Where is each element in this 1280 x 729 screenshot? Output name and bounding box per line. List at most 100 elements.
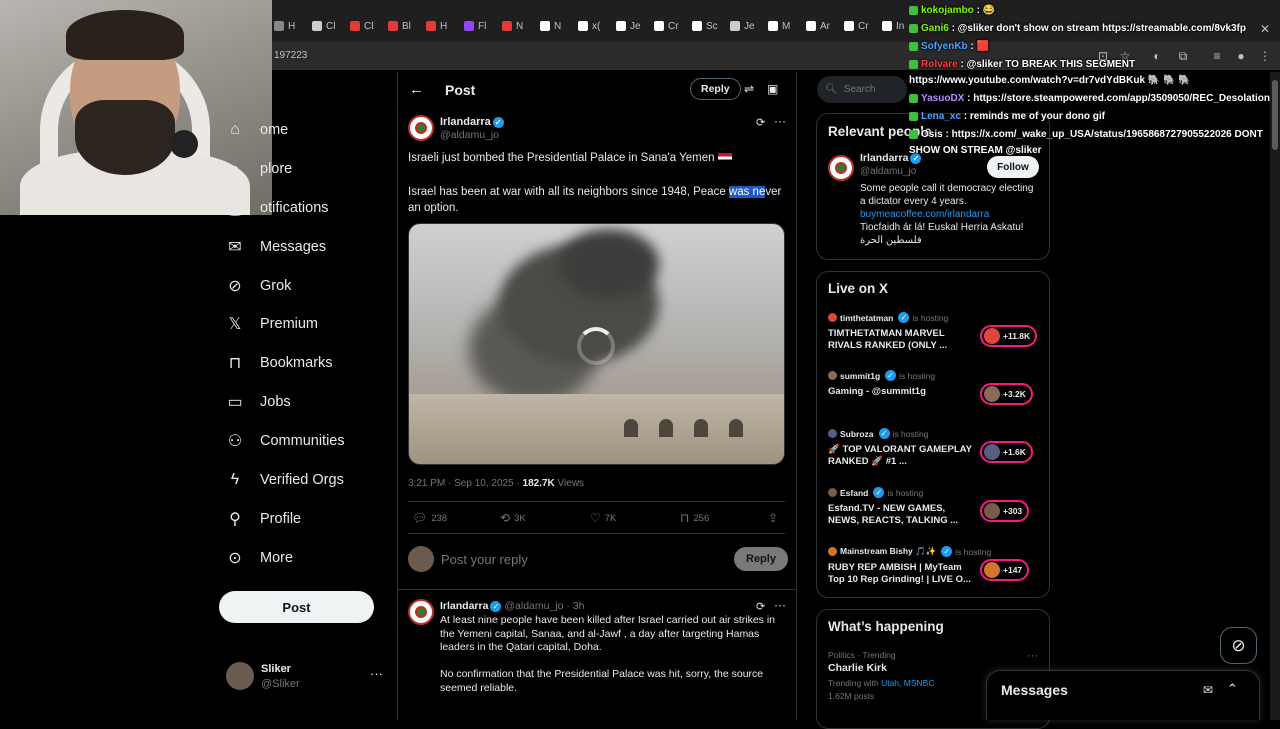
chat-username: YasuoDX bbox=[921, 93, 965, 104]
nav-item-grok[interactable]: ⊘ Grok bbox=[226, 274, 291, 298]
menu-icon[interactable]: ⋮ bbox=[1258, 49, 1272, 63]
bookmark-stat[interactable]: ⊓ 256 bbox=[680, 511, 709, 525]
browser-tab[interactable]: Je bbox=[730, 16, 755, 36]
nav-item-jobs[interactable]: ▭ Jobs bbox=[226, 390, 290, 414]
nav-item-ome[interactable]: ⌂ ome bbox=[226, 118, 288, 142]
browser-tab[interactable]: In bbox=[882, 16, 904, 36]
like-stat[interactable]: ♡ 7K bbox=[590, 511, 616, 525]
host-avatar bbox=[828, 488, 837, 497]
repost-stat[interactable]: ⟲ 3K bbox=[500, 511, 526, 525]
live-item[interactable]: Mainstream Bishy 🎵✨ ✓ is hosting RUBY REP A… bbox=[828, 546, 1043, 592]
avatar[interactable] bbox=[408, 599, 434, 625]
browser-tab[interactable]: Je bbox=[616, 16, 641, 36]
nav-item-more[interactable]: ⊙ More bbox=[226, 546, 293, 570]
more-icon[interactable]: ··· bbox=[370, 666, 383, 681]
tweet-video[interactable] bbox=[408, 223, 785, 465]
video-window bbox=[659, 419, 673, 437]
grok-icon[interactable]: ⟳ bbox=[756, 600, 765, 613]
grok-icon[interactable]: ⟳ bbox=[756, 116, 765, 129]
search-input[interactable] bbox=[843, 84, 904, 95]
follow-button[interactable]: Follow bbox=[987, 156, 1039, 178]
avatar[interactable] bbox=[828, 155, 854, 181]
reply-author[interactable]: Irlandarra ✓ @aldamu_jo · 3h bbox=[440, 600, 585, 612]
listener-avatar bbox=[984, 386, 1000, 402]
tab-label: x( bbox=[592, 20, 601, 32]
reply-header-button[interactable]: Reply bbox=[690, 78, 741, 100]
trend-links[interactable]: Utah, MSNBC bbox=[881, 678, 934, 688]
search-box[interactable]: 🔍︎ bbox=[817, 76, 907, 103]
more-icon[interactable]: ··· bbox=[1027, 650, 1038, 662]
tab-favicon-icon bbox=[730, 21, 740, 31]
scrollbar-thumb[interactable] bbox=[1272, 80, 1278, 150]
browser-tab[interactable]: Bl bbox=[388, 16, 411, 36]
chat-message: https://www.youtube.com/watch?v=dr7vdYdB… bbox=[909, 75, 1191, 86]
compose-message-icon[interactable]: ✉ bbox=[1203, 683, 1213, 697]
more-icon[interactable]: ··· bbox=[774, 598, 786, 612]
browser-tab[interactable]: H bbox=[274, 16, 295, 36]
grok-floating-button[interactable]: ⊘ bbox=[1220, 627, 1257, 664]
reply-input[interactable] bbox=[441, 550, 711, 568]
nav-item-communities[interactable]: ⚇ Communities bbox=[226, 429, 345, 453]
browser-tab[interactable]: Fl bbox=[464, 16, 486, 36]
messages-drawer[interactable]: Messages ✉ ⌃ bbox=[986, 670, 1260, 720]
back-arrow-icon[interactable]: ← bbox=[409, 81, 424, 98]
person-handle[interactable]: @aldamu_jo bbox=[860, 166, 916, 177]
browser-tab[interactable]: H bbox=[426, 16, 447, 36]
listener-badge[interactable]: +3.2K bbox=[980, 383, 1033, 405]
account-switcher[interactable]: Sliker @Sliker ··· bbox=[226, 660, 386, 694]
briefcase-icon: ▭ bbox=[227, 394, 243, 411]
listener-badge[interactable]: +303 bbox=[980, 500, 1030, 522]
card-title: What’s happening bbox=[828, 619, 944, 634]
browser-tab[interactable]: N bbox=[502, 16, 523, 36]
expand-icon[interactable]: ⌃ bbox=[1227, 681, 1238, 697]
puzzle-icon[interactable]: ⧉ bbox=[1176, 49, 1190, 63]
chat-badge-icon bbox=[909, 59, 918, 69]
tweet-author-handle[interactable]: @aldamu_jo bbox=[440, 129, 499, 141]
scrollbar[interactable] bbox=[1270, 72, 1280, 720]
nav-item-plore[interactable]: ⌕ plore bbox=[226, 157, 293, 181]
tweet-timestamp[interactable]: 3:21 PM · Sep 10, 2025 · bbox=[408, 478, 523, 489]
browser-tab[interactable]: M bbox=[768, 16, 790, 36]
post-button[interactable]: Post bbox=[219, 591, 374, 623]
nav-item-premium[interactable]: 𝕏 Premium bbox=[226, 312, 318, 336]
browser-tab[interactable]: Cr bbox=[844, 16, 869, 36]
browser-tab[interactable]: Cl bbox=[350, 16, 373, 36]
reply-stat[interactable]: 💬︎ 238 bbox=[412, 511, 447, 525]
share-stat[interactable]: ⇪ bbox=[768, 511, 778, 525]
nav-item-otifications[interactable]: 🔔︎ otifications bbox=[225, 196, 329, 220]
browser-tab[interactable]: Ar bbox=[806, 16, 830, 36]
live-item[interactable]: summit1g ✓ is hosting Gaming - @summit1g +3.… bbox=[828, 370, 1043, 416]
host-avatar bbox=[828, 371, 837, 380]
url-text[interactable]: 197223 bbox=[274, 50, 307, 61]
bio-link[interactable]: buymeacoffee.com/irlandarra bbox=[860, 208, 1040, 221]
browser-tab[interactable]: Cr bbox=[654, 16, 679, 36]
profile-icon[interactable]: ● bbox=[1234, 49, 1248, 63]
filter-icon[interactable]: ⇌ bbox=[744, 82, 754, 96]
browser-tab[interactable]: Sc bbox=[692, 16, 718, 36]
nav-item-bookmarks[interactable]: ⊓ Bookmarks bbox=[226, 351, 333, 375]
reply-button[interactable]: Reply bbox=[734, 547, 788, 571]
close-icon[interactable]: ✕ bbox=[1258, 22, 1272, 36]
live-item[interactable]: Subroza ✓ is hosting 🚀 TOP VALORANT GAMEPLA… bbox=[828, 428, 1043, 474]
listener-badge[interactable]: +1.6K bbox=[980, 441, 1033, 463]
live-item[interactable]: Esfand ✓ is hosting Esfand.TV - NEW GAMES, … bbox=[828, 487, 1043, 533]
media-icon[interactable]: ≡ bbox=[1210, 49, 1224, 63]
browser-tab[interactable]: Cl bbox=[312, 16, 335, 36]
chat-text: : https://store.steampowered.com/app/350… bbox=[964, 93, 1273, 104]
trend-topic[interactable]: Charlie Kirk bbox=[828, 662, 887, 674]
reader-icon[interactable]: ▣ bbox=[767, 82, 778, 96]
extension-icon[interactable]: ◐ bbox=[1150, 49, 1164, 63]
listener-badge[interactable]: +147 bbox=[980, 559, 1030, 581]
nav-item-profile[interactable]: ⚲ Profile bbox=[226, 507, 301, 531]
more-icon[interactable]: ··· bbox=[774, 114, 786, 128]
browser-tab[interactable]: x( bbox=[578, 16, 600, 36]
tweet-author-name[interactable]: Irlandarra ✓ bbox=[440, 116, 504, 128]
live-item[interactable]: timthetatman ✓ is hosting TIMTHETATMAN MARV… bbox=[828, 312, 1043, 358]
hosting-label: is hosting bbox=[955, 546, 992, 557]
listener-badge[interactable]: +11.8K bbox=[980, 325, 1038, 347]
chat-badge-icon bbox=[909, 129, 918, 139]
nav-item-verified-orgs[interactable]: ϟ Verified Orgs bbox=[226, 468, 344, 492]
nav-item-messages[interactable]: ✉ Messages bbox=[226, 235, 326, 259]
avatar[interactable] bbox=[408, 115, 434, 141]
browser-tab[interactable]: N bbox=[540, 16, 561, 36]
